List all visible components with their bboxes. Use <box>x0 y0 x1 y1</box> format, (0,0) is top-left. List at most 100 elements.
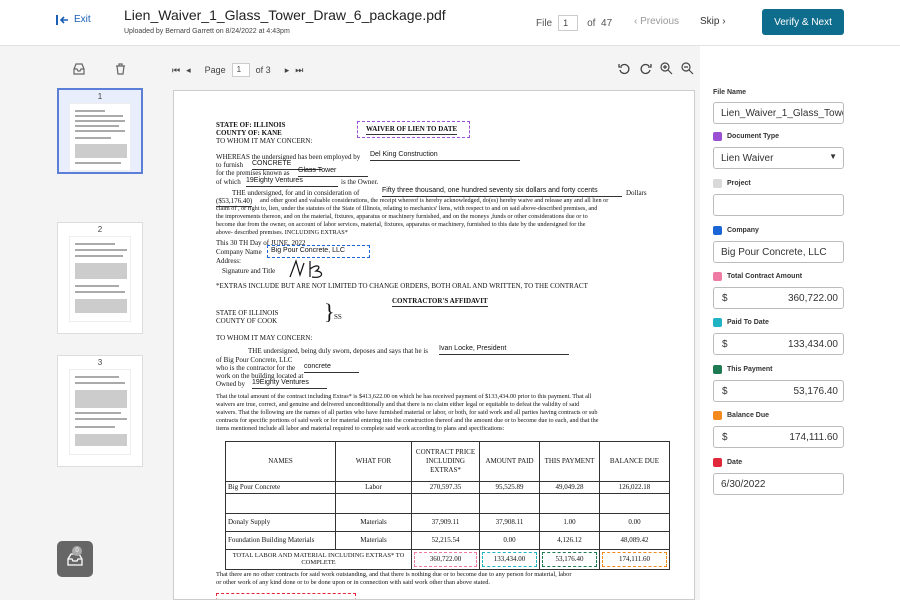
table-cell: Big Pour Concrete <box>225 481 336 494</box>
table-cell: 126,022.18 <box>599 481 670 494</box>
table-total-contract: 360,722.00 <box>414 551 477 567</box>
file-of-label: of <box>587 17 596 29</box>
document-viewer: ⏮ ◂ Page 1 of 3 ▸ ⏭ STATE OF: ILLINOIS C… <box>168 46 700 600</box>
prev-page-icon[interactable]: ◂ <box>186 65 191 76</box>
page-thumbnail-2[interactable]: 2 <box>57 222 143 334</box>
zoom-in-icon[interactable] <box>660 62 673 75</box>
doc-owned-by: Owned by <box>216 380 245 388</box>
table-cell: 48,089.42 <box>599 530 670 550</box>
table-cell: 0.00 <box>599 512 670 532</box>
file-total: 47 <box>601 17 613 29</box>
rotate-right-icon[interactable] <box>639 62 652 75</box>
amount-value: 53,176.40 <box>793 386 839 397</box>
table-total-this-payment: 53,176.40 <box>542 551 597 567</box>
file-name-input[interactable]: Lien_Waiver_1_Glass_Tower_Draw_6_package… <box>713 102 844 124</box>
trash-icon[interactable] <box>115 63 126 75</box>
last-page-icon[interactable]: ⏭ <box>295 65 303 76</box>
doc-waiver-title: WAIVER OF LIEN TO DATE <box>366 125 458 135</box>
document-type-select[interactable]: Lien Waiver ▼ <box>713 147 844 169</box>
doc-signature-label: Signature and Title <box>222 267 276 275</box>
doc-premises-value: Glass Tower <box>298 167 368 177</box>
this-payment-field: This Payment $53,176.40 <box>713 365 844 402</box>
doc-employer: Del King Construction <box>370 151 520 161</box>
table-cell: 270,597.35 <box>411 481 480 494</box>
table-cell: Foundation Building Materials <box>225 530 336 550</box>
field-label: Total Contract Amount <box>727 273 803 280</box>
first-page-icon[interactable]: ⏮ <box>172 65 180 76</box>
field-label-row: Total Contract Amount <box>713 272 844 281</box>
color-swatch <box>713 365 722 374</box>
table-cell <box>539 492 600 514</box>
table-cell <box>599 492 670 514</box>
table-cell: 37,908.11 <box>479 512 540 532</box>
currency-symbol: $ <box>722 432 728 443</box>
page-number-input[interactable]: 1 <box>231 63 250 77</box>
doc-consideration-value: Fifty three thousand, one hundred sevent… <box>382 187 622 197</box>
table-header: THIS PAYMENT <box>539 441 600 482</box>
doc-closing-2: or other work of any kind done or to be … <box>216 579 491 586</box>
exit-button[interactable]: Exit <box>56 14 91 25</box>
color-swatch <box>713 411 722 420</box>
thumbnail-number: 3 <box>97 358 103 367</box>
date-input[interactable]: 6/30/2022 <box>713 473 844 495</box>
doc-company-value: Big Pour Concrete, LLC <box>271 247 345 254</box>
file-number-input[interactable]: 1 <box>558 15 579 31</box>
balance-due-field: Balance Due $174,111.60 <box>713 411 844 448</box>
next-page-icon[interactable]: ▸ <box>285 65 290 76</box>
verify-next-button[interactable]: Verify & Next <box>762 9 844 35</box>
table-row <box>225 492 670 514</box>
viewer-tools <box>618 62 694 75</box>
caret-down-icon: ▼ <box>829 152 837 161</box>
inbox-count-badge: 0 <box>72 546 82 556</box>
file-navigator: File 1 of 47 <box>536 15 612 31</box>
doc-address-label: Address: <box>216 257 241 265</box>
document-type-field: Document Type Lien Waiver ▼ <box>713 132 844 169</box>
balance-due-input[interactable]: $174,111.60 <box>713 426 844 448</box>
color-swatch <box>713 272 722 281</box>
table-header: AMOUNT PAID <box>479 441 540 482</box>
doc-aff-ss: SS <box>334 313 342 321</box>
field-label: Project <box>727 180 751 187</box>
doc-para-4: contracts for specific portions of said … <box>216 417 599 424</box>
rotate-left-icon[interactable] <box>618 62 631 75</box>
page-thumbnail-3[interactable]: 3 <box>57 355 143 467</box>
total-contract-input[interactable]: $360,722.00 <box>713 287 844 309</box>
company-input[interactable]: Big Pour Concrete, LLC <box>713 241 844 263</box>
file-name-field: File Name Lien_Waiver_1_Glass_Tower_Draw… <box>713 89 844 124</box>
currency-symbol: $ <box>722 339 728 350</box>
doc-affidavit-title: CONTRACTOR'S AFFIDAVIT <box>392 297 488 307</box>
table-cell: Labor <box>335 481 412 494</box>
inbox-button[interactable]: 0 <box>57 541 93 577</box>
field-label: Document Type <box>727 133 779 140</box>
doc-para-1: That the total amount of the contract in… <box>216 393 592 400</box>
skip-button[interactable]: Skip › <box>700 16 726 27</box>
color-swatch <box>713 179 722 188</box>
table-header: BALANCE DUE <box>599 441 670 482</box>
inbox-tray-icon[interactable] <box>73 63 85 75</box>
page-thumbnail-1[interactable]: 1 <box>57 88 143 174</box>
date-field: Date 6/30/2022 <box>713 458 844 495</box>
thumbnail-number: 1 <box>97 92 103 101</box>
paid-to-date-input[interactable]: $133,434.00 <box>713 333 844 355</box>
company-field: Company Big Pour Concrete, LLC <box>713 226 844 263</box>
table-header-row: NAMES WHAT FOR CONTRACT PRICE INCLUDING … <box>225 441 670 482</box>
this-payment-input[interactable]: $53,176.40 <box>713 380 844 402</box>
doc-owned-value: 19Eighty Ventures <box>252 379 327 389</box>
doc-body-1: and other good and valuable consideratio… <box>260 197 609 204</box>
project-input[interactable] <box>713 194 844 216</box>
amount-value: 133,434.00 <box>787 339 838 350</box>
table-row: Foundation Building Materials Materials … <box>225 530 670 550</box>
page-of-label: of 3 <box>255 65 271 75</box>
doc-body-4: become due from the owner, on account of… <box>216 221 586 228</box>
field-label: Balance Due <box>727 412 770 419</box>
previous-button[interactable]: ‹ Previous <box>634 16 679 27</box>
top-bar: Exit Lien_Waiver_1_Glass_Tower_Draw_6_pa… <box>0 0 900 46</box>
document-page: STATE OF: ILLINOIS COUNTY OF: KANE TO WH… <box>173 90 695 600</box>
doc-sworn: THE undersigned, being duly sworn, depos… <box>248 347 429 355</box>
table-cell: 1.00 <box>539 512 600 532</box>
page-navigator: ⏮ ◂ Page 1 of 3 ▸ ⏭ <box>172 63 303 77</box>
doc-sworn-value: Ivan Locke, President <box>439 345 569 355</box>
doc-aff-to-whom: TO WHOM IT MAY CONCERN: <box>216 334 313 342</box>
field-label-row: Company <box>713 226 844 235</box>
zoom-out-icon[interactable] <box>681 62 694 75</box>
